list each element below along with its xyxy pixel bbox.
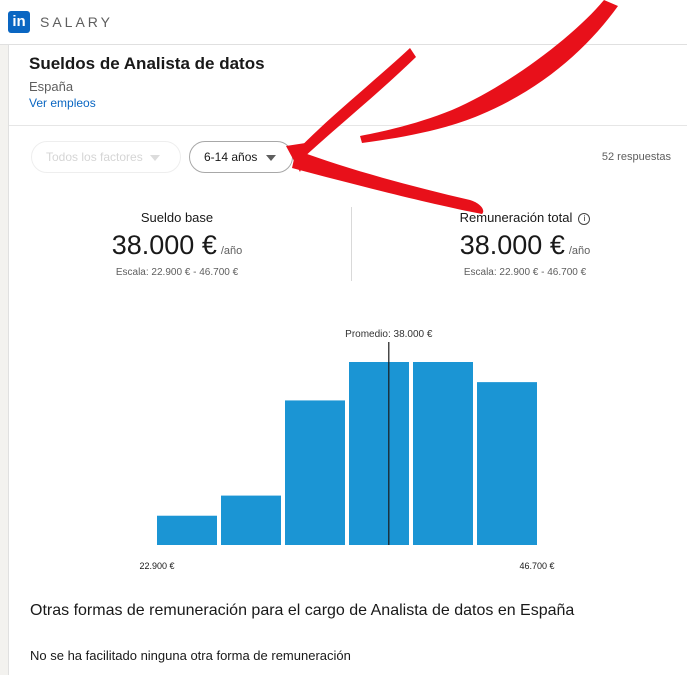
responses-count: 52 respuestas	[601, 151, 671, 163]
base-salary-range: Escala: 22.900 € - 46.700 €	[115, 267, 239, 278]
location-label: España	[29, 79, 74, 94]
linkedin-logo-icon[interactable]: in	[8, 11, 30, 33]
other-compensation-note: No se ha facilitado ninguna otra forma d…	[30, 648, 351, 663]
total-comp-amount: 38.000 €	[459, 230, 565, 260]
stat-divider	[351, 207, 352, 281]
max-axis-label: 46.700 €	[519, 561, 554, 571]
total-comp-unit: /año	[568, 245, 591, 257]
experience-filter-dropdown[interactable]: 6-14 años	[189, 141, 293, 173]
total-comp-stat: Remuneración total i 38.000 €/año Escala:…	[395, 210, 655, 278]
factors-filter-dropdown[interactable]: Todos los factores	[31, 141, 181, 173]
brand-label: SALARY	[40, 14, 113, 30]
base-salary-unit: /año	[220, 245, 243, 257]
chevron-down-icon	[150, 155, 160, 161]
base-salary-amount: 38.000 €	[111, 230, 217, 260]
min-axis-label: 22.900 €	[139, 561, 174, 571]
experience-filter-label: 6-14 años	[204, 150, 258, 164]
average-label: Promedio: 38.000 €	[345, 329, 433, 340]
total-comp-label: Remuneración total	[459, 210, 573, 225]
base-salary-stat: Sueldo base 38.000 €/año Escala: 22.900 …	[47, 210, 307, 278]
histogram-bar	[285, 400, 345, 545]
histogram-bar	[413, 362, 473, 545]
page-title: Sueldos de Analista de datos	[29, 54, 265, 73]
view-jobs-link[interactable]: Ver empleos	[29, 96, 96, 110]
histogram-bar	[349, 362, 409, 545]
factors-filter-label: Todos los factores	[46, 150, 143, 164]
chevron-down-icon	[266, 155, 276, 161]
histogram-bar	[477, 382, 537, 545]
job-header: Sueldos de Analista de datos España Ver …	[9, 45, 687, 126]
top-bar: in SALARY	[0, 0, 687, 45]
salary-histogram: Promedio: 38.000 € 22.900 € 46.700 €	[139, 329, 554, 571]
total-comp-range: Escala: 22.900 € - 46.700 €	[463, 267, 587, 278]
base-salary-label: Sueldo base	[140, 210, 214, 225]
info-icon[interactable]: i	[578, 213, 591, 225]
histogram-bar	[221, 495, 281, 545]
other-compensation-title: Otras formas de remuneración para el car…	[30, 602, 575, 619]
histogram-bar	[157, 515, 217, 545]
salary-card: Sueldos de Analista de datos España Ver …	[8, 45, 687, 675]
